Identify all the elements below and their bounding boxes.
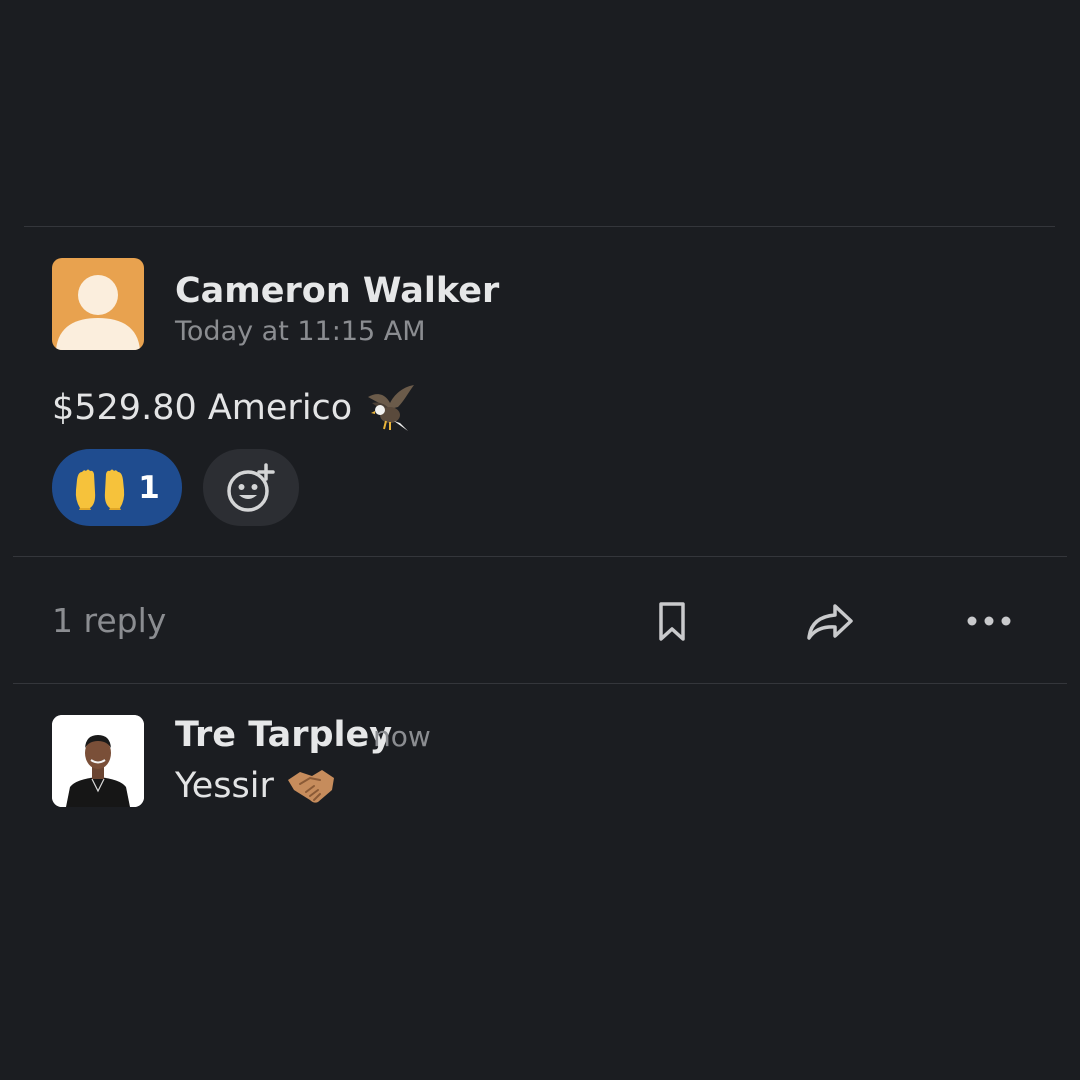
reply-text: Yessir (175, 766, 274, 806)
message-timestamp[interactable]: Today at 11:15 AM (175, 316, 426, 348)
reply-body: Yessir (175, 764, 336, 808)
share-arrow-icon (807, 604, 853, 640)
reaction-count: 1 (138, 469, 160, 506)
message-author[interactable]: Cameron Walker (175, 270, 499, 312)
add-reaction-button[interactable] (203, 449, 299, 526)
reply-author-avatar[interactable] (52, 715, 144, 807)
top-divider (24, 226, 1055, 227)
handshake-icon (287, 770, 334, 803)
more-actions-button[interactable] (960, 600, 1018, 642)
message-text: $529.80 Americo (52, 388, 353, 428)
actions-divider (13, 683, 1067, 684)
author-avatar[interactable] (52, 258, 144, 350)
raised-hands-icon (76, 469, 125, 510)
reply-count-link[interactable]: 1 reply (52, 600, 166, 642)
add-reaction-icon (227, 462, 275, 512)
share-button[interactable] (802, 596, 858, 648)
reaction-raised-hands[interactable]: 1 (52, 449, 182, 526)
default-user-avatar-icon (56, 275, 140, 350)
reply-timestamp[interactable]: now (373, 720, 431, 754)
eagle-icon (368, 385, 415, 431)
save-button[interactable] (646, 596, 698, 648)
message-body: $529.80 Americo (52, 383, 416, 433)
reactions-divider (13, 556, 1067, 557)
photo-avatar-icon (52, 715, 144, 807)
reply-author[interactable]: Tre Tarpley (175, 714, 392, 756)
thread-view: Cameron Walker Today at 11:15 AM $529.80… (0, 0, 1080, 1080)
more-icon (967, 616, 1011, 626)
bookmark-icon (659, 602, 685, 641)
